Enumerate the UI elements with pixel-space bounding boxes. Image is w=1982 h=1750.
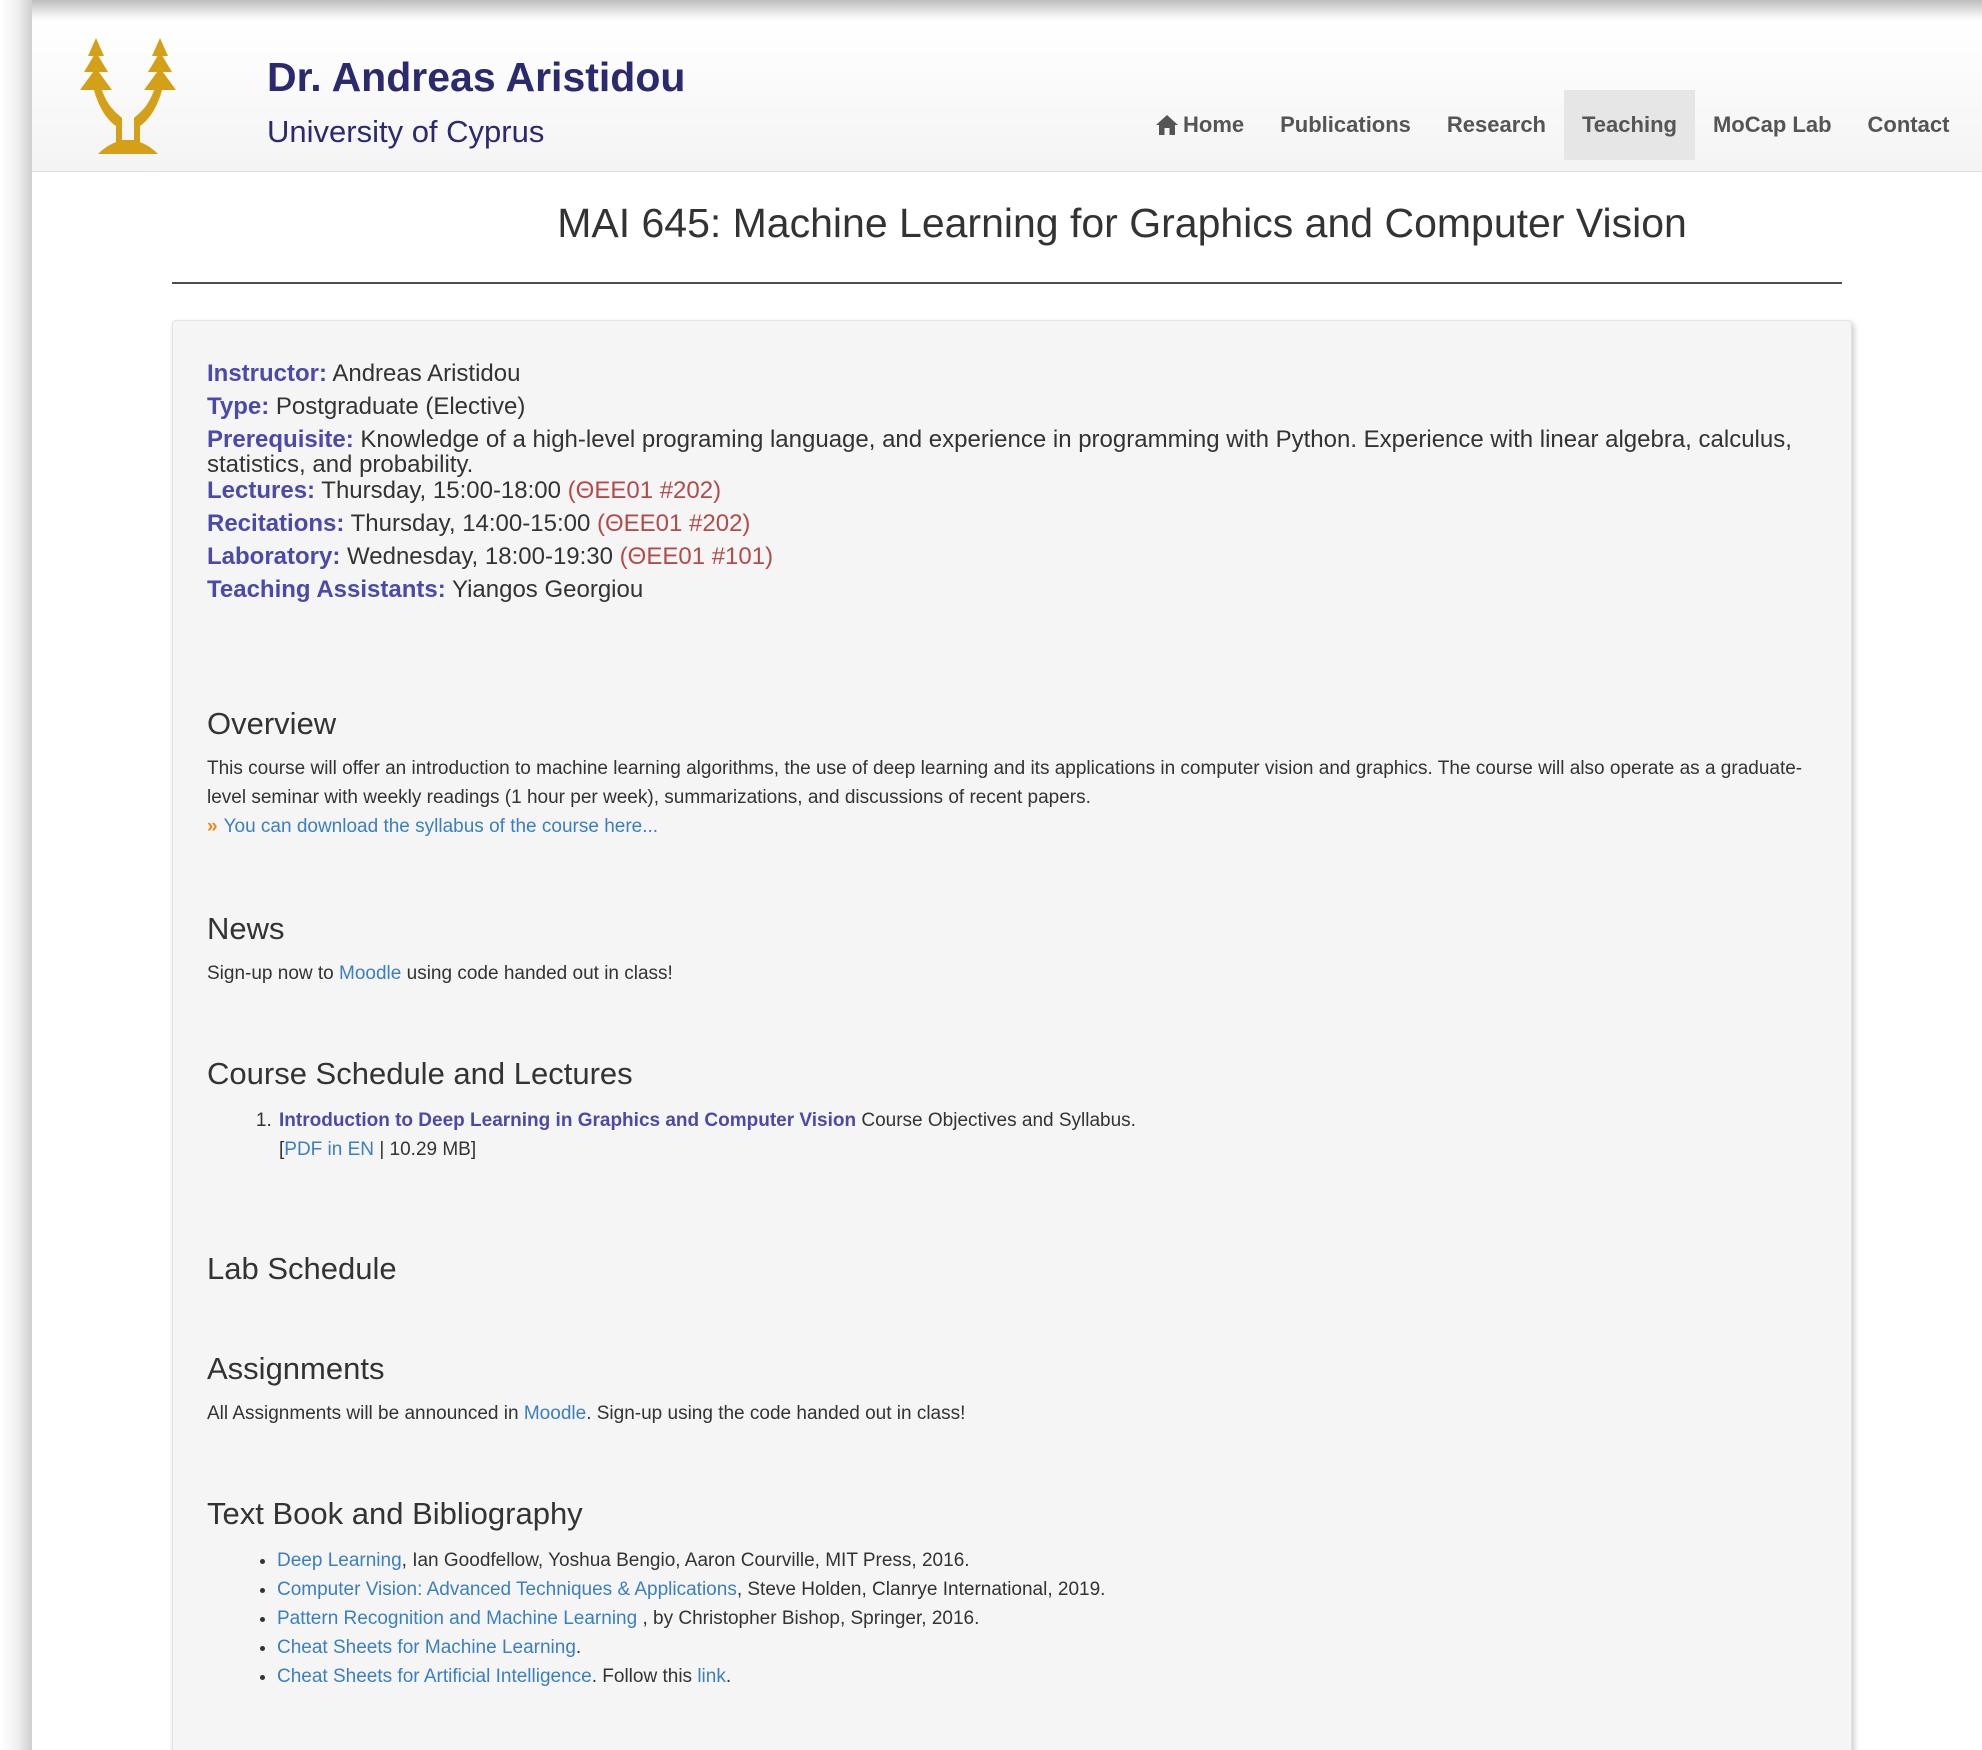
news-text-after: using code handed out in class! [406,963,673,984]
nav-item-contact[interactable]: Contact [1850,90,1968,160]
teaching-assistants-label: Teaching Assistants: [207,576,446,603]
list-item: Deep Learning, Ian Goodfellow, Yoshua Be… [277,1546,1827,1575]
overview-paragraph: This course will offer an introduction t… [207,758,1803,808]
lecture-title-link[interactable]: Introduction to Deep Learning in Graphic… [279,1110,856,1131]
teaching-assistants-value: Yiangos Georgiou [451,576,644,603]
cheat-sheets-ml-link[interactable]: Cheat Sheets for Machine Learning [277,1637,576,1658]
nav-item-publications[interactable]: Publications [1262,90,1429,160]
book-link-deep-learning[interactable]: Deep Learning [277,1550,402,1571]
nav-item-label: Teaching [1582,112,1677,137]
laboratory-value: Wednesday, 18:00-19:30 [347,543,613,570]
lecture-description: Course Objectives and Syllabus. [861,1110,1136,1131]
lectures-line: Lectures: Thursday, 15:00-18:00 (ΘΕΕ01 #… [207,478,1827,504]
lecture-list: Introduction to Deep Learning in Graphic… [207,1106,1827,1164]
lecture-file-size: | 10.29 MB] [379,1139,477,1160]
lecture-pdf-link[interactable]: PDF in EN [284,1139,374,1160]
moodle-link[interactable]: Moodle [339,963,401,984]
overview-section: Overview This course will offer an intro… [207,706,1827,841]
schedule-section: Course Schedule and Lectures Introductio… [207,1056,1827,1164]
book-link-pattern-recognition[interactable]: Pattern Recognition and Machine Learning [277,1608,637,1629]
news-heading: News [207,911,285,946]
list-item: Pattern Recognition and Machine Learning… [277,1604,1827,1633]
assignments-section: Assignments All Assignments will be anno… [207,1351,1827,1428]
book-link-computer-vision[interactable]: Computer Vision: Advanced Techniques & A… [277,1579,737,1600]
nav-item-label: MoCap Lab [1712,112,1832,137]
bibliography-section: Text Book and Bibliography Deep Learning… [207,1496,1827,1691]
window-shadow-top [0,0,1982,22]
bibliography-heading: Text Book and Bibliography [207,1496,583,1531]
list-item: Introduction to Deep Learning in Graphic… [277,1106,1827,1164]
nav-item-label: Home [1183,112,1245,137]
laboratory-label: Laboratory: [207,543,341,570]
book-details: , by Christopher Bishop, Springer, 2016. [637,1608,980,1629]
book-details: , Ian Goodfellow, Yoshua Bengio, Aaron C… [401,1550,970,1571]
instructor-line: Instructor: Andreas Aristidou [207,361,1827,387]
nav-item-research[interactable]: Research [1429,90,1564,160]
prerequisite-label: Prerequisite: [207,426,354,453]
assignments-text-after: . Sign-up using the code handed out in c… [586,1403,966,1424]
schedule-heading: Course Schedule and Lectures [207,1056,633,1091]
syllabus-download-link[interactable]: You can download the syllabus of the cou… [224,816,658,837]
site-header: Dr. Andreas Aristidou University of Cypr… [32,20,1982,172]
lectures-label: Lectures: [207,477,316,504]
lab-schedule-heading: Lab Schedule [207,1251,397,1286]
cheat-sheets-ai-link[interactable]: Cheat Sheets for Artificial Intelligence [277,1666,592,1687]
nav-item-label: Contact [1867,112,1950,137]
type-line: Type: Postgraduate (Elective) [207,394,1827,420]
book-details: . [575,1637,582,1658]
recitations-value: Thursday, 14:00-15:00 [350,510,591,537]
main-nav: Home Publications Research Teaching MoCa… [1137,90,1967,160]
nav-item-label: Research [1446,112,1546,137]
nav-item-label: Publications [1280,112,1411,137]
site-title[interactable]: Dr. Andreas Aristidou [267,54,685,101]
book-details: . Follow this [591,1666,698,1687]
double-chevron-right-icon: » [207,816,218,837]
page-title: MAI 645: Machine Learning for Graphics a… [557,200,1687,246]
title-divider [172,282,1842,284]
instructor-value: Andreas Aristidou [332,360,521,387]
laboratory-line: Laboratory: Wednesday, 18:00-19:30 (ΘΕΕ0… [207,544,1827,570]
overview-text: This course will offer an introduction t… [207,754,1827,841]
follow-link[interactable]: link [697,1666,726,1687]
assignments-heading: Assignments [207,1351,385,1386]
page: Dr. Andreas Aristidou University of Cypr… [32,20,1982,1750]
lectures-room: (ΘΕΕ01 #202) [567,477,722,504]
prerequisite-value: Knowledge of a high-level programing lan… [207,426,1792,478]
site-subtitle: University of Cyprus [267,114,545,149]
book-details-end: . [725,1666,732,1687]
bibliography-list: Deep Learning, Ian Goodfellow, Yoshua Be… [207,1546,1827,1691]
type-label: Type: [207,393,270,420]
nav-item-home[interactable]: Home [1137,90,1262,160]
overview-heading: Overview [207,706,337,741]
course-info: Instructor: Andreas Aristidou Type: Post… [207,361,1827,610]
list-item: Cheat Sheets for Machine Learning. [277,1633,1827,1662]
teaching-assistants-line: Teaching Assistants: Yiangos Georgiou [207,577,1827,603]
university-tree-logo-icon[interactable] [64,28,192,156]
recitations-room: (ΘΕΕ01 #202) [596,510,751,537]
course-panel: Instructor: Andreas Aristidou Type: Post… [172,320,1852,1750]
instructor-label: Instructor: [207,360,327,387]
book-details: , Steve Holden, Clanrye International, 2… [736,1579,1106,1600]
window-shadow-left [0,0,32,1750]
nav-item-teaching[interactable]: Teaching [1564,90,1695,160]
lectures-value: Thursday, 15:00-18:00 [321,477,561,504]
nav-item-mocap-lab[interactable]: MoCap Lab [1695,90,1850,160]
list-item: Computer Vision: Advanced Techniques & A… [277,1575,1827,1604]
recitations-line: Recitations: Thursday, 14:00-15:00 (ΘΕΕ0… [207,511,1827,537]
lab-schedule-section: Lab Schedule [207,1251,1827,1287]
assignments-text: All Assignments will be announced in Moo… [207,1399,1827,1428]
home-icon [1156,115,1178,135]
assignments-text-before: All Assignments will be announced in [207,1403,519,1424]
laboratory-room: (ΘΕΕ01 #101) [619,543,774,570]
news-text: Sign-up now to Moodle using code handed … [207,959,1827,988]
prerequisite-line: Prerequisite: Knowledge of a high-level … [207,427,1827,477]
moodle-link[interactable]: Moodle [524,1403,586,1424]
news-section: News Sign-up now to Moodle using code ha… [207,911,1827,988]
news-text-before: Sign-up now to [207,963,334,984]
type-value: Postgraduate (Elective) [275,393,526,420]
recitations-label: Recitations: [207,510,345,537]
list-item: Cheat Sheets for Artificial Intelligence… [277,1662,1827,1691]
